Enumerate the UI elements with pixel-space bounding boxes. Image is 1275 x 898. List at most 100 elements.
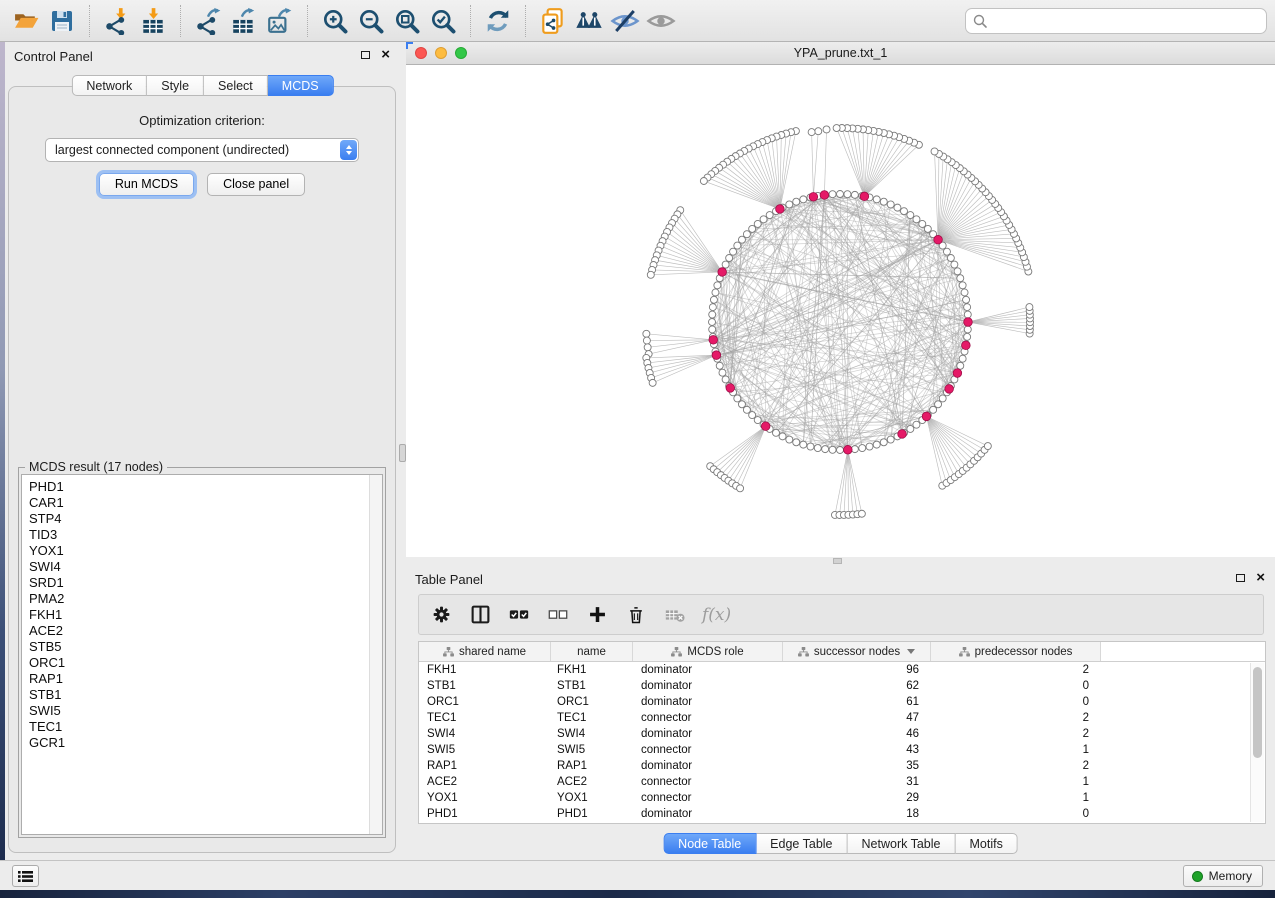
leaf-node[interactable] (815, 128, 822, 135)
add-column-icon[interactable] (585, 603, 609, 627)
ring-node[interactable] (716, 362, 723, 369)
ring-node[interactable] (829, 446, 836, 453)
ring-node[interactable] (829, 191, 836, 198)
ring-node[interactable] (786, 436, 793, 443)
mcds-hub-node[interactable] (726, 384, 735, 393)
ring-node[interactable] (935, 401, 942, 408)
leaf-node[interactable] (984, 443, 991, 450)
image-export-icon[interactable] (264, 5, 296, 37)
ring-node[interactable] (743, 231, 750, 238)
ring-node[interactable] (709, 304, 716, 311)
tab-select[interactable]: Select (204, 75, 268, 96)
mcds-result-item[interactable]: ACE2 (22, 623, 368, 639)
ring-node[interactable] (957, 362, 964, 369)
ring-node[interactable] (766, 212, 773, 219)
ring-node[interactable] (714, 282, 721, 289)
select-all-checkboxes-icon[interactable] (507, 603, 531, 627)
tab-style[interactable]: Style (147, 75, 204, 96)
ring-node[interactable] (760, 216, 767, 223)
leaf-node[interactable] (737, 485, 744, 492)
mcds-result-item[interactable]: SWI4 (22, 559, 368, 575)
open-folder-icon[interactable] (10, 5, 42, 37)
leaf-node[interactable] (647, 271, 654, 278)
deselect-all-checkboxes-icon[interactable] (546, 603, 570, 627)
ring-node[interactable] (710, 296, 717, 303)
ring-node[interactable] (712, 289, 719, 296)
ring-node[interactable] (793, 439, 800, 446)
mcds-result-item[interactable]: CAR1 (22, 495, 368, 511)
ring-node[interactable] (887, 201, 894, 208)
ring-node[interactable] (963, 296, 970, 303)
mcds-hub-node[interactable] (709, 336, 718, 345)
leaf-node[interactable] (823, 126, 830, 133)
mcds-hub-node[interactable] (809, 192, 818, 201)
delete-column-icon[interactable] (624, 603, 648, 627)
ring-node[interactable] (722, 261, 729, 268)
table-row[interactable]: SWI4 SWI4 dominator 46 2 (419, 726, 1265, 742)
ring-node[interactable] (730, 248, 737, 255)
mcds-result-item[interactable]: PHD1 (22, 479, 368, 495)
task-history-button[interactable] (12, 865, 39, 887)
mcds-hub-node[interactable] (860, 192, 869, 201)
split-columns-icon[interactable] (468, 603, 492, 627)
mcds-hub-node[interactable] (712, 351, 721, 360)
column-header-name[interactable]: name (551, 642, 633, 661)
mcds-result-item[interactable]: YOX1 (22, 543, 368, 559)
ring-node[interactable] (743, 406, 750, 413)
float-panel-icon[interactable] (1236, 574, 1245, 582)
ring-node[interactable] (959, 282, 966, 289)
ring-node[interactable] (907, 212, 914, 219)
mcds-hub-node[interactable] (962, 341, 971, 350)
ring-node[interactable] (754, 220, 761, 227)
column-header-mcds-role[interactable]: MCDS role (633, 642, 783, 661)
column-header-successor-nodes[interactable]: successor nodes (783, 642, 931, 661)
table-row[interactable]: TEC1 TEC1 connector 47 2 (419, 710, 1265, 726)
ring-node[interactable] (709, 326, 716, 333)
mcds-hub-node[interactable] (934, 235, 943, 244)
mcds-result-item[interactable]: STB5 (22, 639, 368, 655)
column-header-predecessor-nodes[interactable]: predecessor nodes (931, 642, 1101, 661)
function-builder-icon[interactable]: f(x) (702, 605, 731, 625)
ring-node[interactable] (964, 326, 971, 333)
close-panel-button[interactable]: Close panel (207, 173, 305, 196)
leaf-node[interactable] (1026, 304, 1033, 311)
leaf-node[interactable] (833, 125, 840, 132)
ring-node[interactable] (837, 191, 844, 198)
close-panel-icon[interactable]: × (381, 50, 390, 59)
splitter-handle[interactable] (833, 558, 842, 564)
save-icon[interactable] (46, 5, 78, 37)
leaf-node[interactable] (931, 148, 938, 155)
ring-node[interactable] (722, 376, 729, 383)
ring-node[interactable] (907, 425, 914, 432)
ring-node[interactable] (930, 406, 937, 413)
tab-network-table[interactable]: Network Table (848, 833, 956, 854)
ring-node[interactable] (807, 443, 814, 450)
horizontal-splitter[interactable] (406, 557, 1275, 565)
search-box[interactable] (965, 8, 1267, 34)
close-panel-icon[interactable]: × (1256, 573, 1265, 582)
optimization-criterion-dropdown[interactable]: largest connected component (undirected) (45, 138, 359, 162)
tab-motifs[interactable]: Motifs (955, 833, 1017, 854)
mcds-result-item[interactable]: STP4 (22, 511, 368, 527)
ring-node[interactable] (959, 355, 966, 362)
ring-node[interactable] (951, 261, 958, 268)
table-row[interactable]: ACE2 ACE2 connector 31 1 (419, 774, 1265, 790)
mcds-result-item[interactable]: SWI5 (22, 703, 368, 719)
ring-node[interactable] (779, 433, 786, 440)
ring-node[interactable] (880, 198, 887, 205)
tab-edge-table[interactable]: Edge Table (756, 833, 847, 854)
table-row[interactable]: RAP1 RAP1 dominator 35 2 (419, 758, 1265, 774)
ring-node[interactable] (738, 401, 745, 408)
run-mcds-button[interactable]: Run MCDS (99, 173, 194, 196)
refresh-layout-icon[interactable] (482, 5, 514, 37)
ring-node[interactable] (719, 369, 726, 376)
mcds-hub-node[interactable] (953, 369, 962, 378)
mcds-result-list[interactable]: PHD1 CAR1 STP4 TID3 YOX1 SWI4 SRD1 (21, 474, 383, 835)
float-panel-icon[interactable] (361, 51, 370, 59)
mcds-result-item[interactable]: ORC1 (22, 655, 368, 671)
mcds-result-item[interactable]: FKH1 (22, 607, 368, 623)
leaf-node[interactable] (644, 344, 651, 351)
mcds-hub-node[interactable] (922, 412, 931, 421)
ring-node[interactable] (964, 311, 971, 318)
mcds-result-item[interactable]: TID3 (22, 527, 368, 543)
